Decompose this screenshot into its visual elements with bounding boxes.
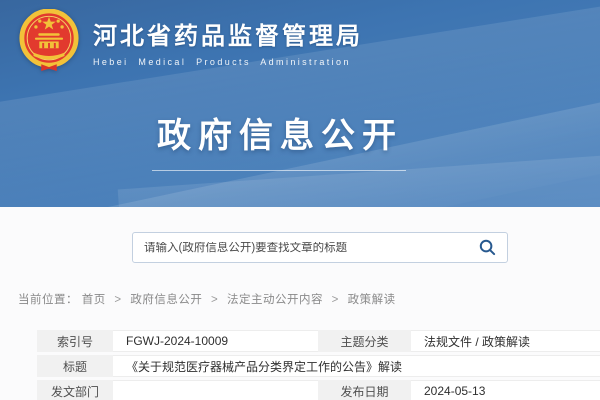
page-root: 河北省药品监督管理局 Hebei Medical Products Admini… [0, 0, 600, 400]
page-banner-title: 政府信息公开 [0, 108, 560, 157]
national-emblem-icon [18, 9, 80, 73]
breadcrumb-item-policy-interpretation[interactable]: 政策解读 [348, 294, 396, 306]
table-row: 索引号 FGWJ-2024-10009 主题分类 法规文件 / 政策解读 [37, 330, 600, 352]
field-value-issuing-department [113, 380, 318, 400]
field-value-topic-category: 法规文件 / 政策解读 [411, 330, 600, 352]
org-name-zh: 河北省药品监督管理局 [93, 16, 363, 51]
table-row: 标题 《关于规范医疗器械产品分类界定工作的公告》解读 [37, 355, 600, 377]
breadcrumb-label: 当前位置： [18, 294, 78, 306]
field-label-index-number: 索引号 [37, 330, 113, 352]
site-logo-link[interactable]: 河北省药品监督管理局 Hebei Medical Products Admini… [18, 9, 363, 73]
breadcrumb-item-statutory-disclosure[interactable]: 法定主动公开内容 [227, 294, 323, 306]
hero-banner: 河北省药品监督管理局 Hebei Medical Products Admini… [0, 0, 600, 207]
search-button[interactable] [479, 239, 496, 256]
field-label-title: 标题 [37, 355, 113, 377]
org-name-en: Hebei Medical Products Administration [93, 57, 363, 67]
search-input[interactable] [144, 242, 471, 254]
table-row: 发文部门 发布日期 2024-05-13 [37, 380, 600, 400]
breadcrumb-item-gov-info[interactable]: 政府信息公开 [130, 294, 202, 306]
breadcrumb: 当前位置： 首页 > 政府信息公开 > 法定主动公开内容 > 政策解读 [18, 291, 396, 307]
field-label-topic-category: 主题分类 [318, 330, 411, 352]
field-value-title: 《关于规范医疗器械产品分类界定工作的公告》解读 [113, 355, 600, 377]
field-value-publish-date: 2024-05-13 [411, 380, 600, 400]
breadcrumb-separator: > [114, 294, 121, 306]
banner-divider [152, 170, 406, 171]
document-info-table: 索引号 FGWJ-2024-10009 主题分类 法规文件 / 政策解读 标题 … [37, 327, 600, 400]
breadcrumb-separator: > [332, 294, 339, 306]
field-value-index-number: FGWJ-2024-10009 [113, 330, 318, 352]
org-name-block: 河北省药品监督管理局 Hebei Medical Products Admini… [93, 16, 363, 67]
breadcrumb-item-home[interactable]: 首页 [82, 294, 106, 306]
field-label-publish-date: 发布日期 [318, 380, 411, 400]
search-icon [479, 239, 496, 256]
breadcrumb-separator: > [211, 294, 218, 306]
field-label-issuing-department: 发文部门 [37, 380, 113, 400]
search-bar [132, 232, 508, 263]
